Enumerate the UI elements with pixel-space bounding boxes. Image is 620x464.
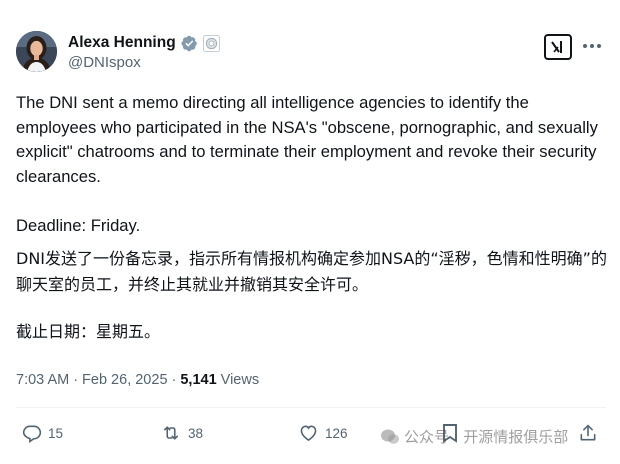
like-count: 126 [325,425,348,441]
repost-button[interactable]: 38 [160,423,203,443]
meta-separator: · [171,372,177,388]
post-deadline-chinese: 截止日期：星期五。 [16,322,161,341]
more-options-button[interactable] [580,36,604,56]
post-time[interactable]: 7:03 AM [16,372,69,388]
post-card: Alexa Henning @DNIspox The DNI sent a me… [0,0,620,464]
more-dots-icon [583,44,601,48]
like-button[interactable]: 126 [298,423,348,443]
reply-icon [22,425,42,443]
verified-badge-icon[interactable] [181,35,198,52]
heart-icon [300,425,317,442]
meta-separator: · [73,372,79,388]
post-meta: 7:03 AM · Feb 26, 2025 · 5,141 Views [16,372,259,388]
views-label: Views [220,372,260,388]
watermark-text: 公众号 · 开源情报俱乐部 [404,428,569,446]
author-name-row: Alexa Henning [68,32,220,54]
author-display-name[interactable]: Alexa Henning [68,34,176,52]
share-button[interactable] [578,423,598,443]
grok-icon [551,41,562,53]
grok-button[interactable] [544,34,572,60]
repost-icon [163,426,179,440]
avatar[interactable] [16,31,57,72]
views-count[interactable]: 5,141 [180,372,216,388]
post-date[interactable]: Feb 26, 2025 [82,372,167,388]
wechat-watermark: 公众号 · 开源情报俱乐部 [380,426,568,447]
avatar-image [16,31,57,72]
share-icon [580,424,596,441]
wechat-icon [381,429,399,444]
post-deadline-english: Deadline: Friday. [16,216,141,235]
post-text-english: The DNI sent a memo directing all intell… [16,93,598,186]
author-handle[interactable]: @DNIspox [68,54,141,71]
divider [16,407,606,408]
reply-button[interactable]: 15 [22,423,63,443]
post-text-chinese: DNI发送了一份备忘录，指示所有情报机构确定参加NSA的“淫秽，色情和性明确”的… [16,249,607,294]
repost-count: 38 [188,425,204,441]
gov-affiliate-badge-icon[interactable] [202,34,220,52]
reply-count: 15 [48,425,64,441]
